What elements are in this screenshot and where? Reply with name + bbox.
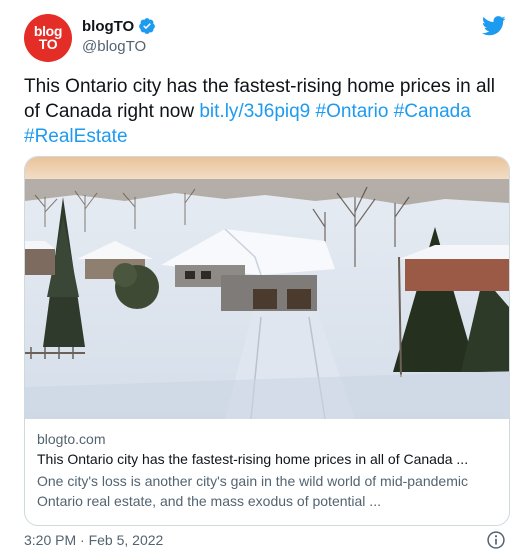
avatar-text-line2: TO (38, 36, 58, 52)
card-title: This Ontario city has the fastest-rising… (37, 451, 469, 467)
card-image-snowy-house-aerial (25, 157, 509, 419)
tweet-text: This Ontario city has the fastest-rising… (24, 74, 510, 149)
card-domain: blogto.com (37, 431, 106, 447)
twitter-bird-icon[interactable] (482, 16, 506, 36)
author-name-row[interactable]: blogTO (82, 17, 156, 35)
hashtag-ontario[interactable]: #Ontario (316, 101, 389, 122)
hashtag-canada[interactable]: #Canada (394, 101, 471, 122)
card-info: blogto.com This Ontario city has the fas… (37, 429, 497, 511)
tweet-embed: blog TO blogTO @blogTO This Ontario city… (0, 0, 528, 560)
avatar[interactable]: blog TO (24, 14, 72, 62)
info-icon[interactable] (486, 530, 506, 550)
link-preview-card[interactable]: blogto.com This Ontario city has the fas… (24, 156, 510, 526)
author-display-name[interactable]: blogTO (82, 18, 134, 35)
verified-badge-icon (139, 18, 156, 34)
hashtag-realestate[interactable]: #RealEstate (24, 126, 128, 147)
tweet-link[interactable]: bit.ly/3J6piq9 (199, 101, 310, 122)
tweet-timestamp[interactable]: 3:20 PM · Feb 5, 2022 (24, 532, 163, 548)
card-description: One city's loss is another city's gain i… (37, 473, 468, 509)
author-handle[interactable]: @blogTO (82, 38, 146, 55)
